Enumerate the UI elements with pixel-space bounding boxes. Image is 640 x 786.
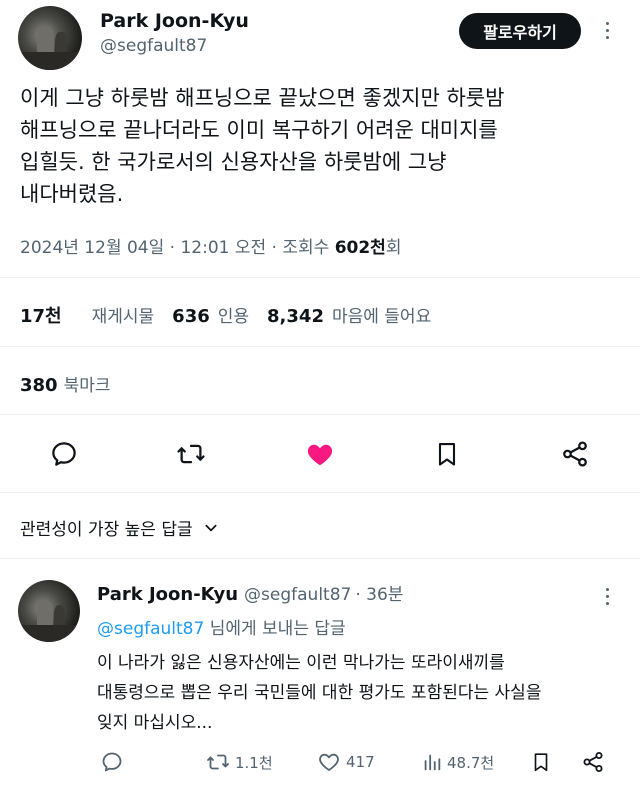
heart-filled-icon[interactable] bbox=[302, 437, 338, 471]
tweet-body: 이게 그냥 하룻밤 해프닝으로 끝났으면 좋겠지만 하룻밤 해프닝으로 끝나더라… bbox=[20, 82, 630, 210]
reply-view-count: 48.7천 bbox=[447, 753, 495, 772]
view-count: 602천 bbox=[334, 238, 386, 258]
share-icon[interactable] bbox=[558, 437, 592, 471]
retweet-count[interactable]: 17천 bbox=[20, 302, 62, 328]
reply-line: 이 나라가 잃은 신용자산에는 이런 막나가는 또라이새끼를 bbox=[97, 653, 505, 673]
bookmark-label[interactable]: 북마크 bbox=[64, 371, 111, 396]
bookmark-icon[interactable] bbox=[430, 437, 464, 471]
bookmark-icon bbox=[530, 750, 552, 774]
more-options-icon[interactable] bbox=[604, 22, 610, 39]
reply-views-button[interactable]: 48.7천 bbox=[421, 750, 494, 774]
reply-bookmark-button[interactable] bbox=[530, 750, 552, 774]
quote-count[interactable]: 636 bbox=[172, 306, 210, 327]
quote-label[interactable]: 인용 bbox=[218, 302, 249, 327]
reply-body: 이 나라가 잃은 신용자산에는 이런 막나가는 또라이새끼를 대통령으로 뽑은 … bbox=[97, 648, 637, 738]
reply-like-count: 417 bbox=[346, 753, 375, 771]
retweet-label[interactable]: 재게시물 bbox=[92, 302, 155, 327]
divider bbox=[0, 346, 640, 347]
analytics-icon bbox=[421, 750, 443, 774]
author-handle[interactable]: @segfault87 bbox=[100, 36, 207, 56]
reply-sort-label: 관련성이 가장 높은 답글 bbox=[20, 520, 193, 540]
reply-line: 대통령으로 뽑은 우리 국민들에 대한 평가도 포함된다는 사실을 bbox=[97, 683, 542, 703]
reply-reply-button[interactable] bbox=[100, 750, 124, 774]
reply-retweet-button[interactable]: 1.1천 bbox=[205, 750, 273, 774]
tweet-line: 내다버렸음. bbox=[20, 182, 124, 206]
divider bbox=[0, 277, 640, 278]
reply-sort-dropdown[interactable]: 관련성이 가장 높은 답글 bbox=[20, 515, 219, 540]
reply-header: Park Joon-Kyu @segfault87 · 36분 bbox=[97, 580, 403, 605]
retweet-icon bbox=[205, 750, 231, 774]
chevron-down-icon bbox=[203, 520, 219, 536]
stats-row: 17천 재게시물 636 인용 8,342 마음에 들어요 bbox=[20, 302, 431, 328]
reply-like-button[interactable]: 417 bbox=[316, 750, 375, 774]
reply-author-handle[interactable]: @segfault87 bbox=[244, 585, 351, 605]
tweet-meta: 2024년 12월 04일 · 12:01 오전 · 조회수 602천회 bbox=[20, 233, 401, 258]
like-label[interactable]: 마음에 들어요 bbox=[332, 302, 431, 327]
tweet-line: 이게 그냥 하룻밤 해프닝으로 끝났으면 좋겠지만 하룻밤 bbox=[20, 86, 505, 110]
retweet-icon[interactable] bbox=[174, 437, 208, 471]
reply-author-name[interactable]: Park Joon-Kyu bbox=[97, 584, 238, 605]
tweet-timestamp[interactable]: 2024년 12월 04일 · 12:01 오전 · 조회수 bbox=[20, 238, 335, 258]
like-count[interactable]: 8,342 bbox=[267, 306, 324, 327]
reply-share-button[interactable] bbox=[581, 750, 605, 774]
heart-icon bbox=[316, 750, 342, 774]
bookmark-count[interactable]: 380 bbox=[20, 375, 58, 396]
reply-icon[interactable] bbox=[47, 437, 81, 471]
replying-to: @segfault87 님에게 보내는 답글 bbox=[97, 614, 346, 639]
tweet-line: 해프닝으로 끝나더라도 이미 복구하기 어려운 대미지를 bbox=[20, 118, 498, 142]
replying-to-suffix: 님에게 보내는 답글 bbox=[204, 619, 346, 639]
follow-button[interactable]: 팔로우하기 bbox=[459, 13, 581, 49]
tweet-line: 입힐듯. 한 국가로서의 신용자산을 하룻밤에 그냥 bbox=[20, 150, 447, 174]
author-name[interactable]: Park Joon-Kyu bbox=[100, 10, 249, 32]
reply-time[interactable]: · 36분 bbox=[355, 580, 403, 605]
bookmark-stats: 380 북마크 bbox=[20, 371, 111, 396]
replying-to-mention[interactable]: @segfault87 bbox=[97, 619, 204, 639]
reply-more-options-icon[interactable] bbox=[604, 588, 610, 605]
reply-author-avatar[interactable] bbox=[18, 580, 80, 642]
divider bbox=[0, 492, 640, 493]
divider bbox=[0, 558, 640, 559]
reply-retweet-count: 1.1천 bbox=[235, 753, 273, 772]
reply-line: 잊지 마십시오... bbox=[97, 713, 213, 733]
divider bbox=[0, 414, 640, 415]
author-avatar[interactable] bbox=[18, 6, 82, 70]
view-suffix: 회 bbox=[385, 238, 402, 258]
reply-icon bbox=[100, 750, 124, 774]
share-icon bbox=[581, 750, 605, 774]
